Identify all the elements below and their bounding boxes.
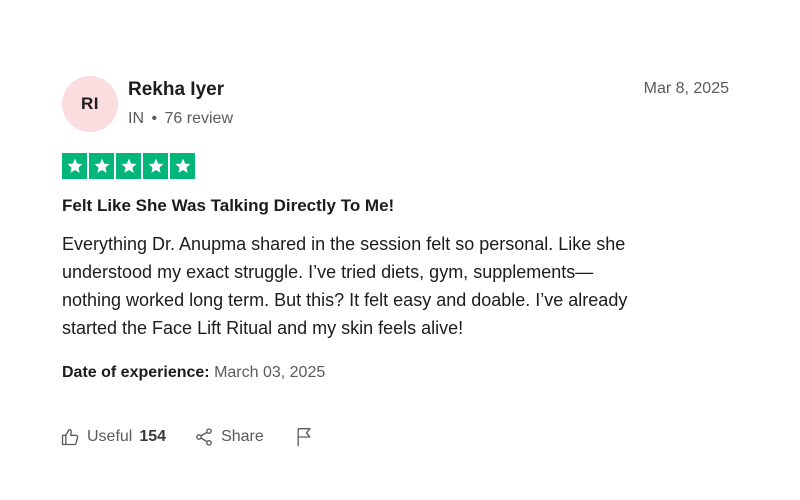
meta-separator: • [151, 110, 158, 127]
report-button[interactable] [294, 426, 314, 448]
star-rating [62, 153, 195, 179]
useful-label: Useful [87, 428, 133, 445]
flag-icon [294, 426, 314, 448]
share-button[interactable]: Share [194, 427, 264, 447]
review-date: Mar 8, 2025 [643, 80, 729, 97]
reviewer-meta: IN • 76 review [128, 110, 233, 128]
review-body-line: Everything Dr. Anupma shared in the sess… [62, 234, 626, 254]
review-card: RI Rekha Iyer IN • 76 review Mar 8, 2025… [0, 0, 800, 500]
thumbs-up-icon [60, 427, 80, 447]
star-icon [62, 153, 87, 179]
avatar-initials: RI [81, 94, 99, 113]
star-icon [116, 153, 141, 179]
review-body-line: understood my exact struggle. I’ve tried… [62, 262, 594, 282]
reviewer-name[interactable]: Rekha Iyer [128, 79, 224, 101]
review-body-line: started the Face Lift Ritual and my skin… [62, 318, 464, 338]
review-actions: Useful 154 Share [60, 424, 314, 450]
star-icon [170, 153, 195, 179]
avatar[interactable]: RI [62, 76, 118, 132]
review-body: Everything Dr. Anupma shared in the sess… [62, 230, 742, 342]
experience-label: Date of experience: [62, 364, 210, 381]
date-of-experience: Date of experience: March 03, 2025 [62, 364, 325, 382]
reviewer-country: IN [128, 110, 144, 127]
star-icon [143, 153, 168, 179]
reviewer-review-count: 76 review [164, 110, 233, 127]
review-title[interactable]: Felt Like She Was Talking Directly To Me… [62, 196, 394, 216]
experience-date: March 03, 2025 [214, 364, 326, 381]
useful-button[interactable]: Useful 154 [60, 427, 166, 447]
review-body-line: nothing worked long term. But this? It f… [62, 290, 628, 310]
useful-count: 154 [139, 428, 167, 445]
star-icon [89, 153, 114, 179]
share-label: Share [221, 428, 264, 445]
share-icon [194, 427, 214, 447]
